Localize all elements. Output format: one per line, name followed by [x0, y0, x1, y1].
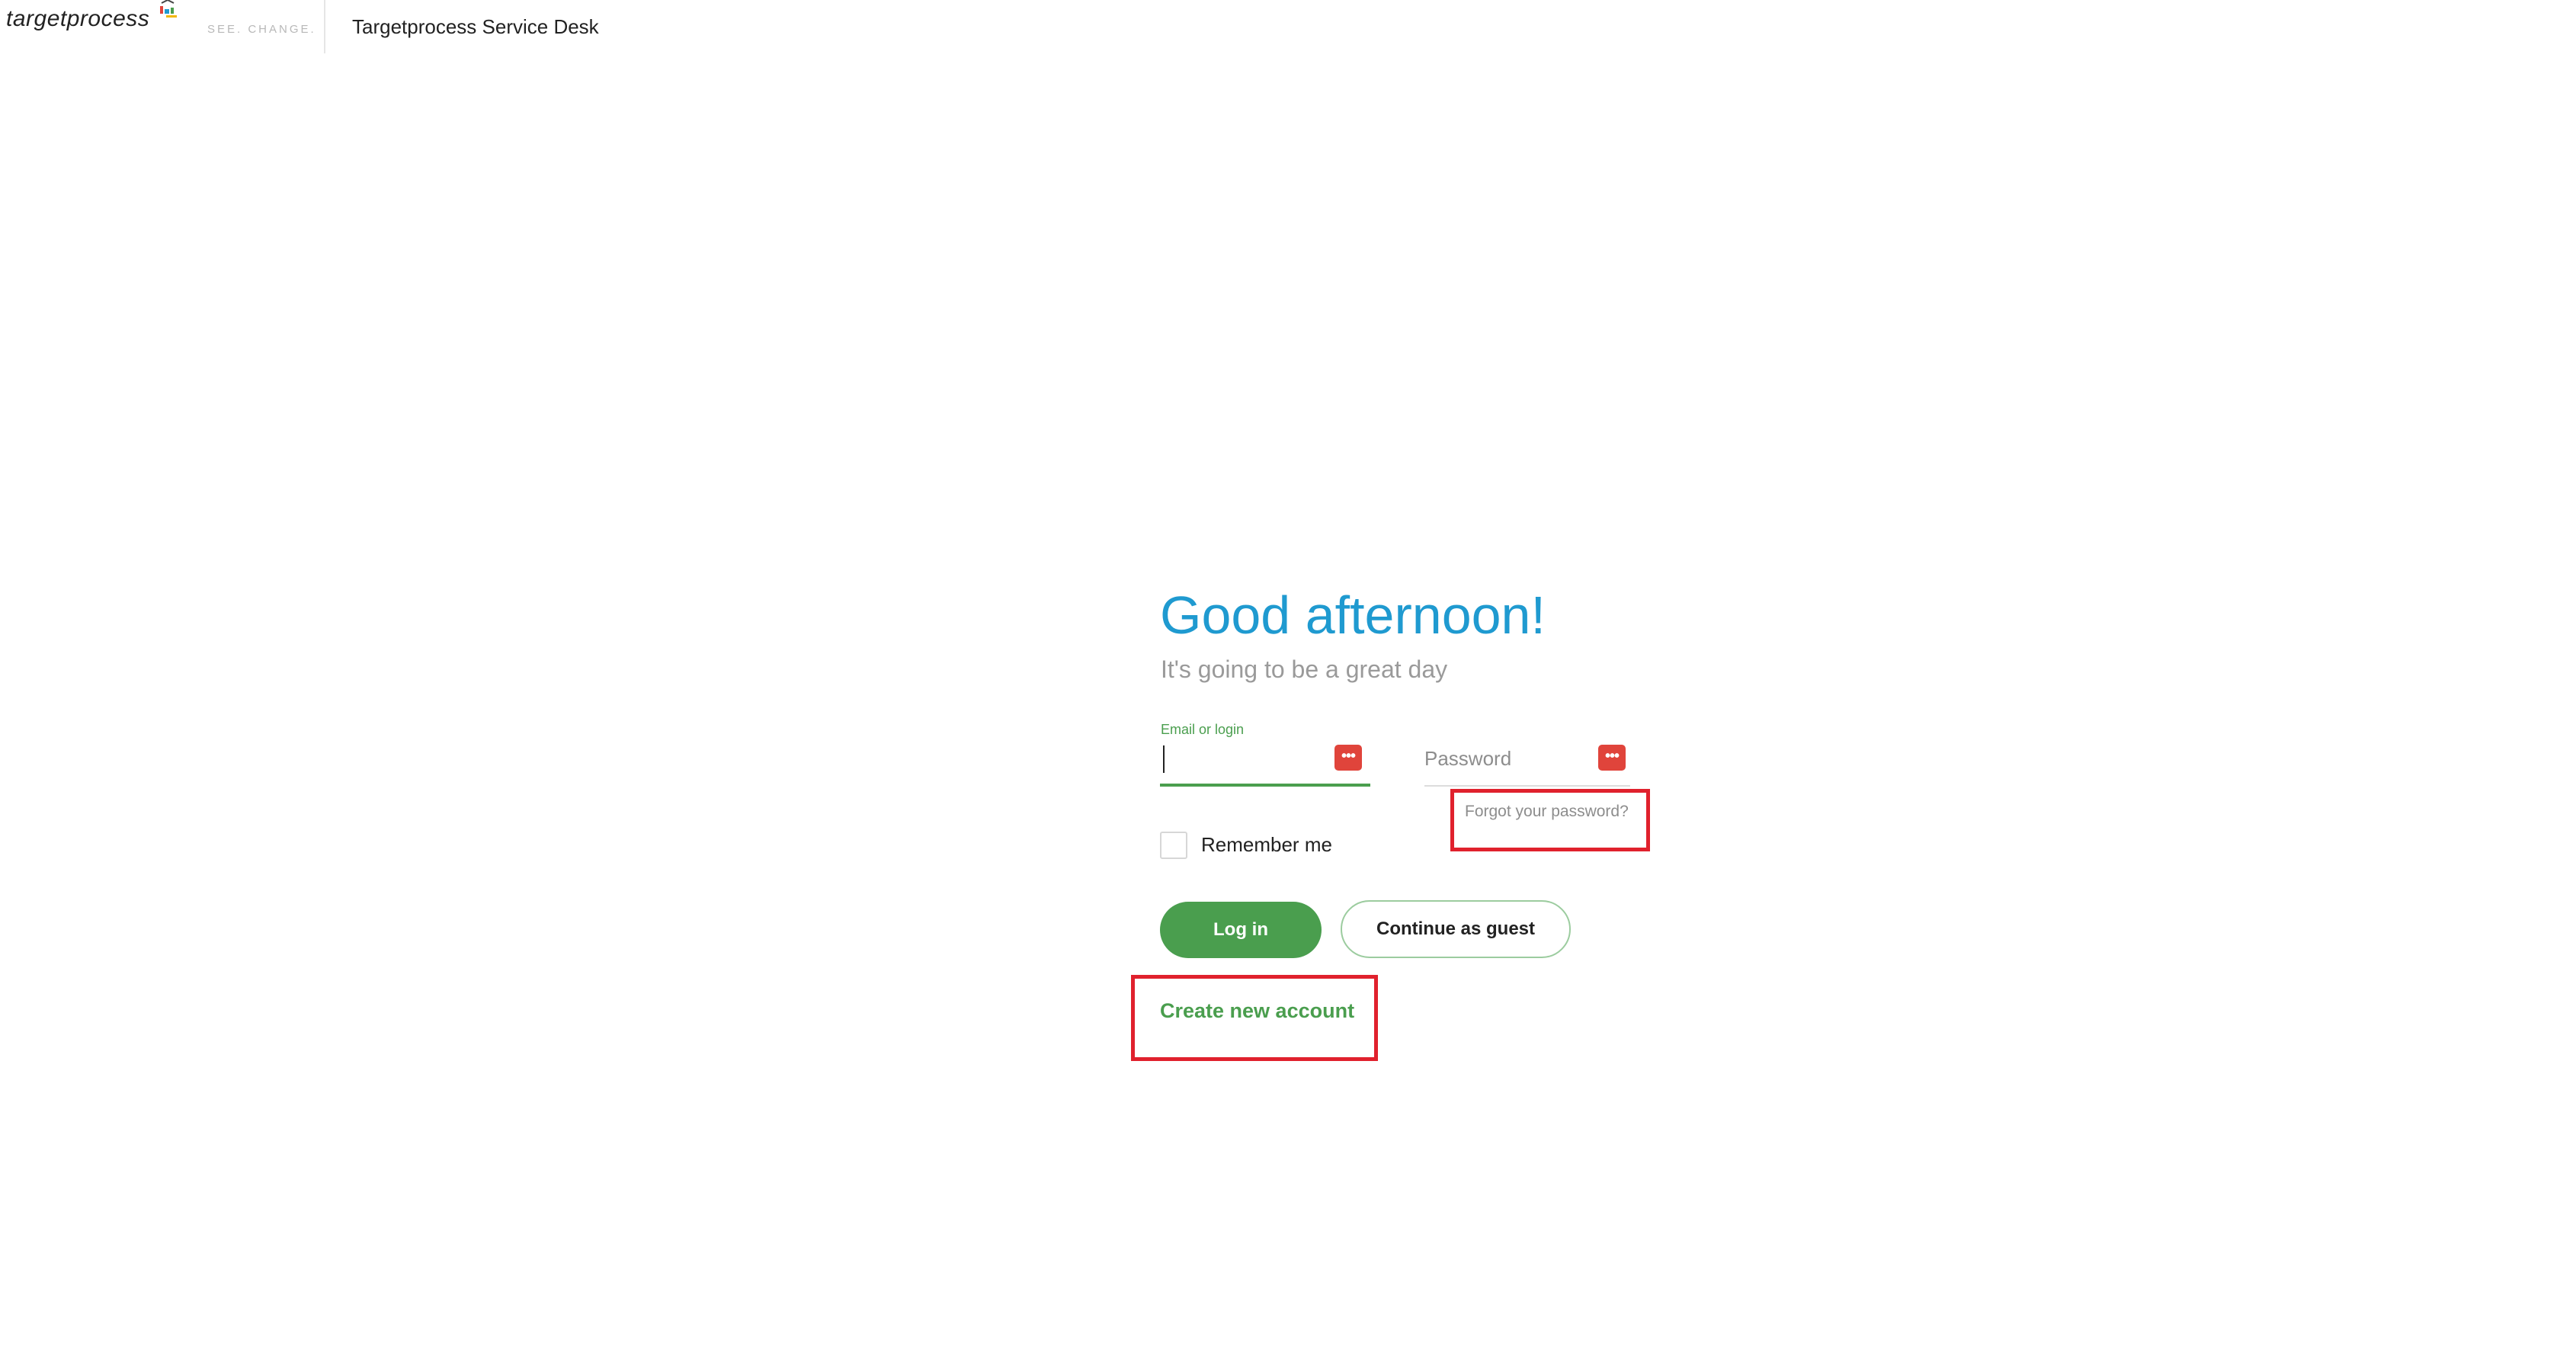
email-field-label: Email or login: [1161, 722, 1245, 737]
password-placeholder: Password: [1424, 747, 1512, 770]
password-manager-icon[interactable]: •••: [1334, 745, 1362, 771]
brand-logo[interactable]: targetprocess: [6, 6, 149, 32]
continue-as-guest-button[interactable]: Continue as guest: [1341, 900, 1571, 958]
text-caret: [1163, 745, 1165, 773]
remember-me-label[interactable]: Remember me: [1201, 833, 1332, 857]
header-bar: targetprocess SEE. CHANGE. Targetprocess…: [0, 0, 2576, 53]
password-manager-icon[interactable]: •••: [1598, 745, 1626, 771]
app-title: Targetprocess Service Desk: [352, 15, 599, 38]
forgot-password-link[interactable]: Forgot your password?: [1465, 803, 1629, 821]
greeting-subtitle: It's going to be a great day: [1161, 656, 1448, 683]
header-divider: [324, 0, 325, 53]
greeting-heading: Good afternoon!: [1160, 585, 1546, 645]
brand-tagline: SEE. CHANGE.: [207, 23, 316, 36]
create-account-link[interactable]: Create new account: [1160, 999, 1354, 1023]
login-button[interactable]: Log in: [1160, 902, 1322, 958]
remember-me-checkbox[interactable]: [1160, 832, 1187, 859]
logo-mark-icon: [160, 0, 177, 18]
